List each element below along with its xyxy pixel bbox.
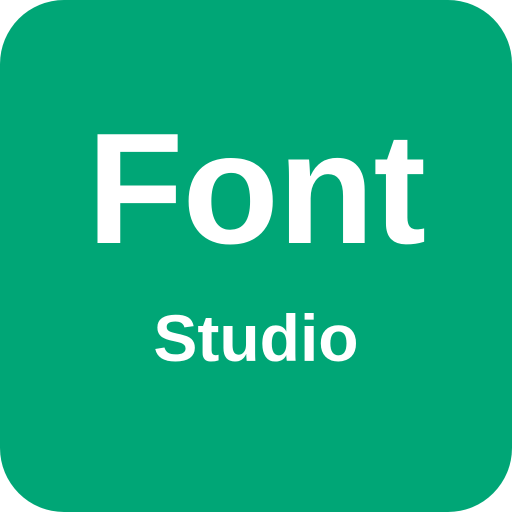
app-name-primary: Font	[86, 101, 426, 277]
app-name-secondary: Studio	[153, 301, 359, 375]
